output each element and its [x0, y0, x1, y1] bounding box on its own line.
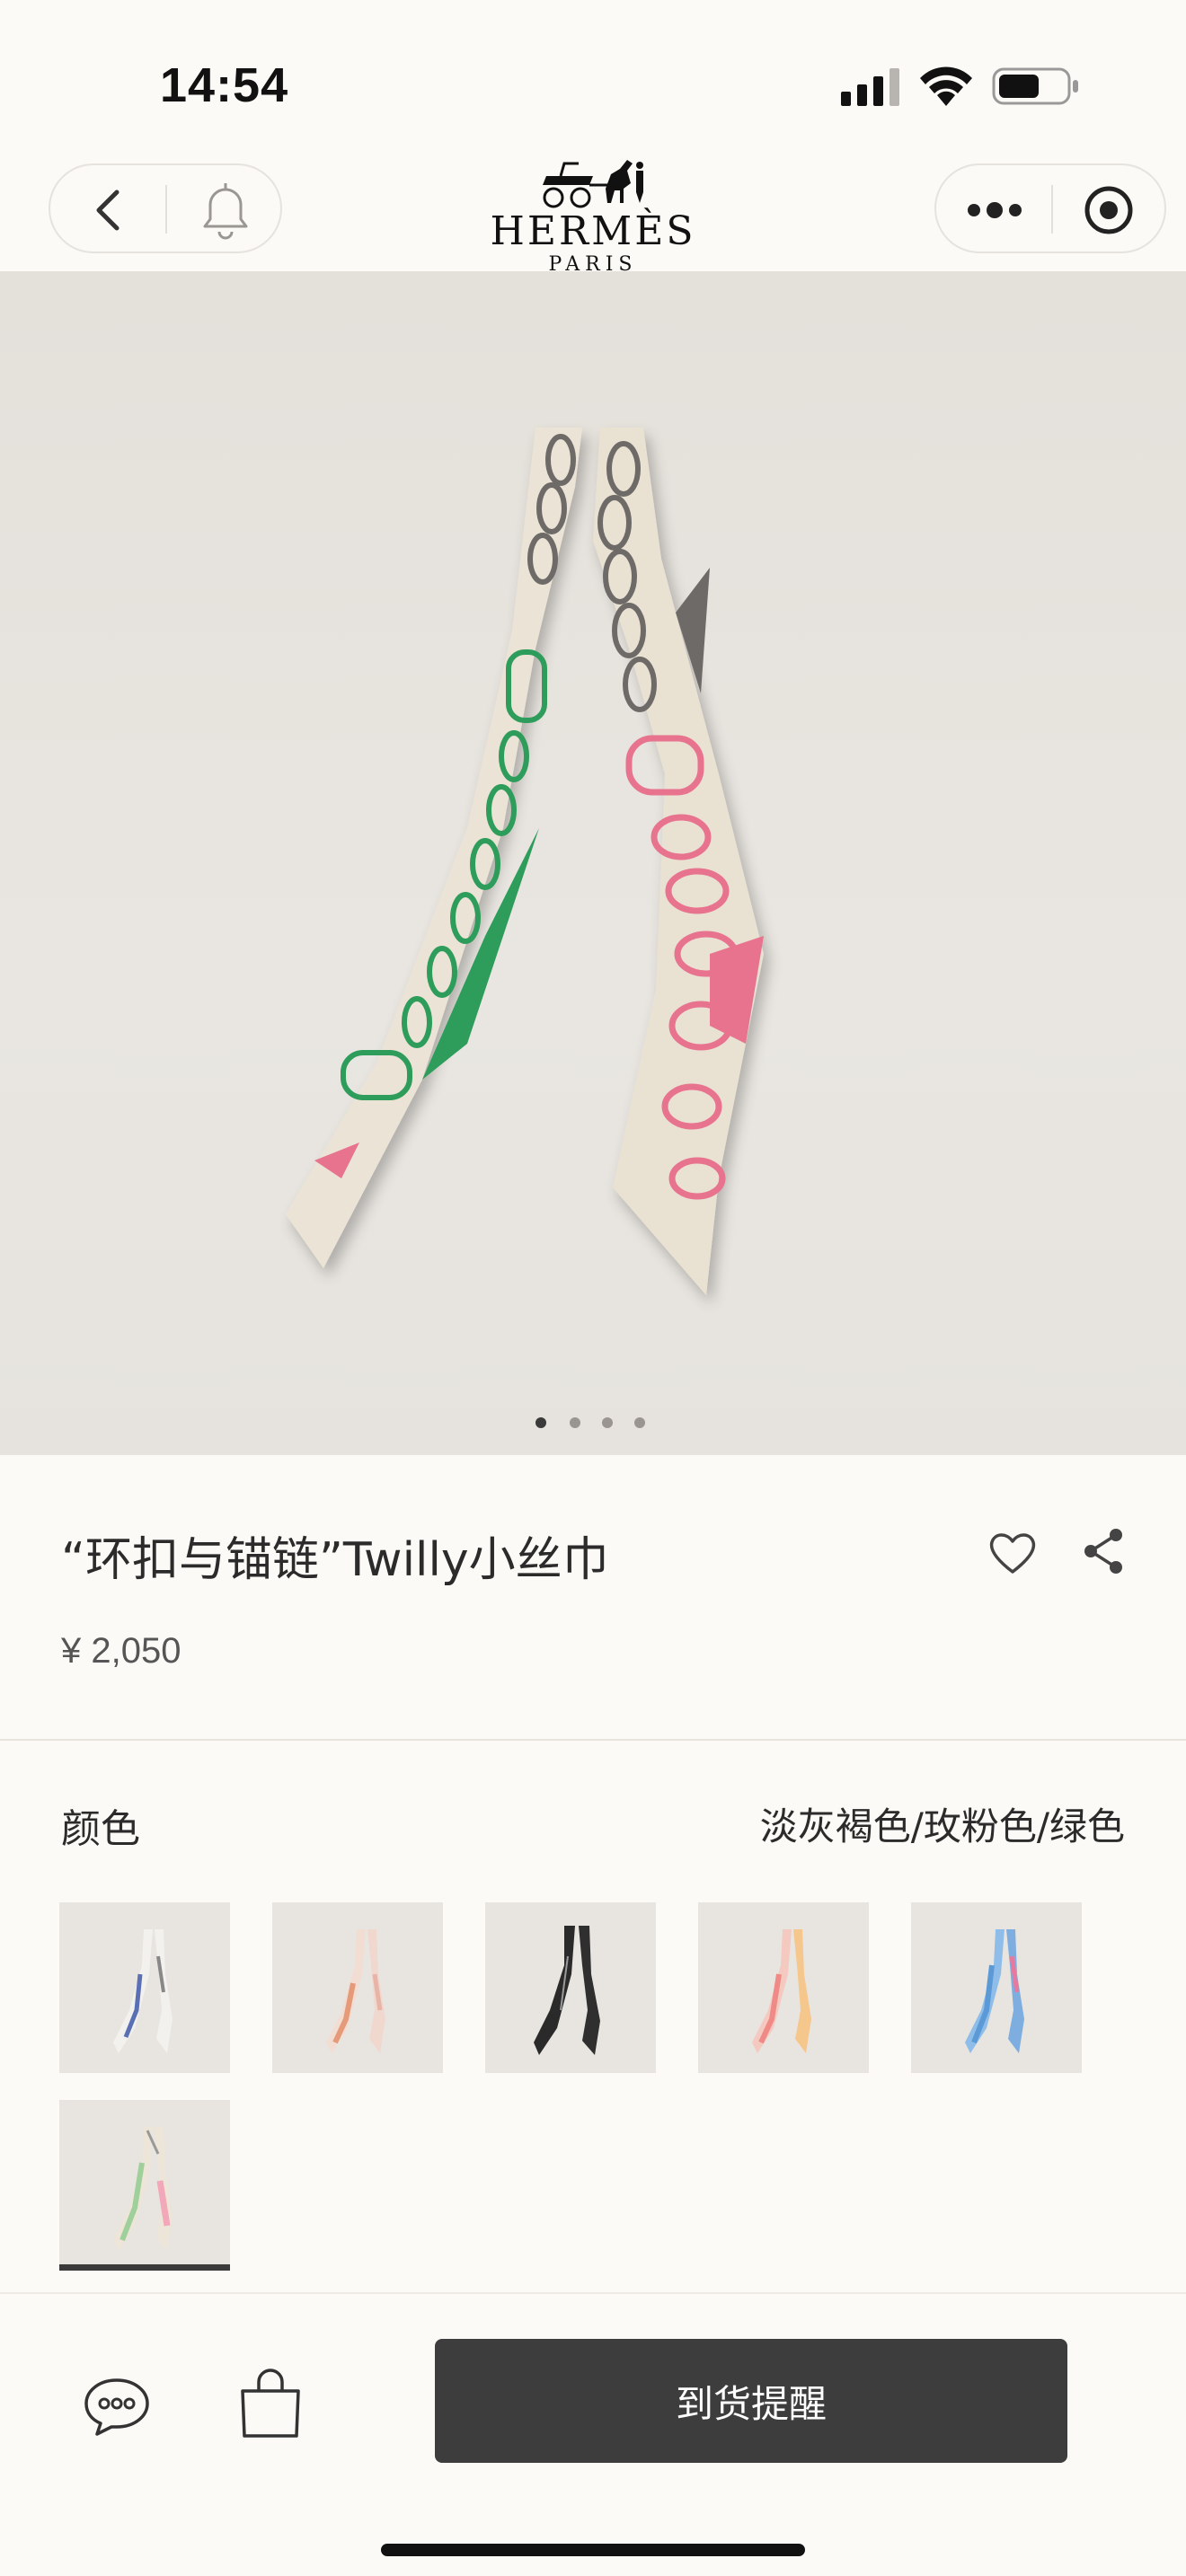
- capsule-divider: [165, 185, 167, 234]
- status-time: 14:54: [160, 58, 289, 112]
- bell-icon[interactable]: [194, 180, 257, 241]
- nav-right-capsule: [934, 163, 1166, 253]
- battery-icon: [992, 67, 1078, 105]
- carousel-dot[interactable]: [634, 1417, 645, 1428]
- wifi-icon: [920, 66, 972, 106]
- swatch-image: [113, 2127, 173, 2251]
- product-image-carousel[interactable]: [0, 271, 1186, 1455]
- carriage-logo-icon: [543, 160, 643, 208]
- back-arrow-icon[interactable]: [83, 185, 137, 235]
- selected-color-name: 淡灰褐色/玫粉色/绿色: [759, 1804, 1125, 1848]
- color-swatch[interactable]: [485, 1902, 656, 2073]
- swatch-image: [534, 1926, 600, 2055]
- swatch-image: [965, 1929, 1024, 2053]
- restock-reminder-button[interactable]: 到货提醒: [435, 2339, 1067, 2463]
- home-indicator[interactable]: [381, 2544, 805, 2556]
- cellular-signal-icon: [841, 68, 899, 106]
- nav-bar: HERMÈS PARIS: [0, 144, 1186, 276]
- color-label: 颜色: [61, 1806, 140, 1852]
- bottom-action-bar: 到货提醒: [0, 2292, 1186, 2576]
- section-divider: [0, 1739, 1186, 1741]
- swatch-image: [326, 1929, 385, 2053]
- color-swatch[interactable]: [698, 1902, 869, 2073]
- swatch-image: [752, 1929, 811, 2053]
- target-icon[interactable]: [1080, 181, 1137, 239]
- swatch-image: [113, 1929, 173, 2053]
- carousel-dot[interactable]: [570, 1417, 580, 1428]
- more-dots-icon[interactable]: [963, 192, 1026, 228]
- color-swatch[interactable]: [59, 1902, 230, 2073]
- capsule-divider: [1051, 185, 1053, 234]
- color-swatch[interactable]: [911, 1902, 1082, 2073]
- carousel-dot-active[interactable]: [535, 1417, 546, 1428]
- nav-left-capsule: [49, 163, 282, 253]
- chat-bubble-icon[interactable]: [83, 2375, 151, 2438]
- product-title: “环扣与锚链”Twilly小丝巾: [61, 1533, 609, 1587]
- color-swatch-selected[interactable]: [59, 2100, 230, 2271]
- brand-logo: HERMÈS PARIS: [485, 153, 701, 276]
- color-swatch[interactable]: [272, 1902, 443, 2073]
- carousel-dot[interactable]: [602, 1417, 613, 1428]
- shopping-bag-icon[interactable]: [237, 2368, 304, 2439]
- product-image: [286, 428, 764, 1295]
- status-bar: 14:54: [0, 0, 1186, 144]
- carousel-pagination: [535, 1414, 661, 1432]
- share-icon[interactable]: [1078, 1525, 1130, 1577]
- heart-icon[interactable]: [987, 1527, 1039, 1579]
- product-price: ¥ 2,050: [61, 1631, 181, 1671]
- brand-wordmark: HERMÈS: [490, 208, 696, 254]
